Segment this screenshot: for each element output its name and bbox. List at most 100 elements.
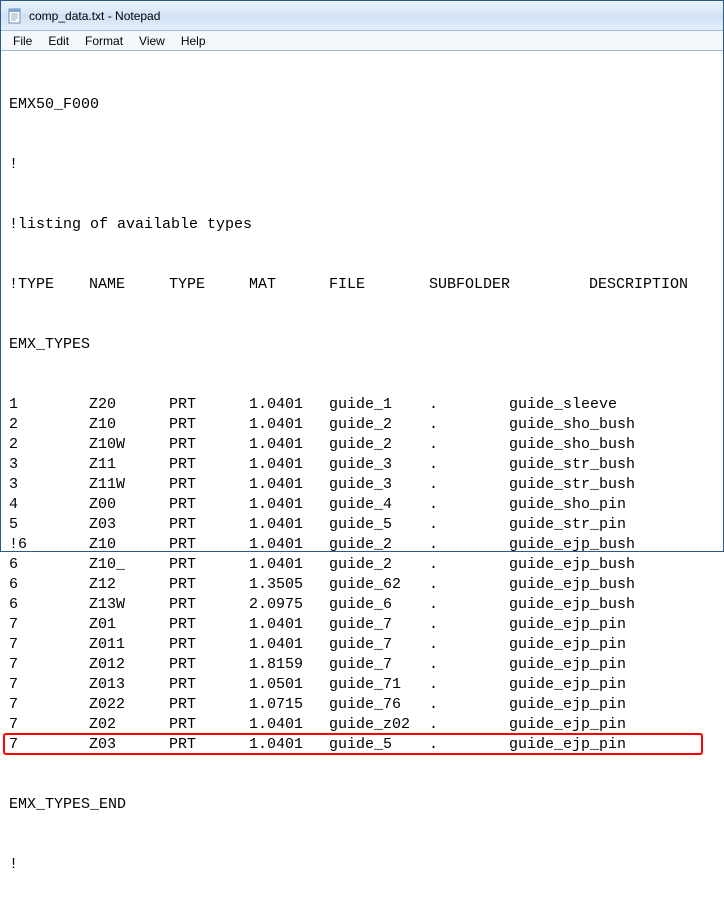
menu-file[interactable]: File bbox=[5, 32, 40, 50]
cell-type2: PRT bbox=[169, 555, 249, 575]
data-row: 6Z10_PRT1.0401guide_2.guide_ejp_bush bbox=[9, 555, 715, 575]
cell-type: 7 bbox=[9, 695, 89, 715]
text-line: ! bbox=[9, 155, 715, 175]
cell-desc: guide_ejp_pin bbox=[509, 735, 715, 755]
data-row: 2Z10WPRT1.0401guide_2.guide_sho_bush bbox=[9, 435, 715, 455]
cell-type2: PRT bbox=[169, 415, 249, 435]
cell-sub: . bbox=[429, 635, 509, 655]
cell-file: guide_5 bbox=[329, 735, 429, 755]
cell-desc: guide_ejp_pin bbox=[509, 655, 715, 675]
notepad-icon bbox=[7, 8, 23, 24]
data-row: 6Z12PRT1.3505guide_62.guide_ejp_bush bbox=[9, 575, 715, 595]
text-line: EMX_TYPES bbox=[9, 335, 715, 355]
cell-file: guide_62 bbox=[329, 575, 429, 595]
cell-desc: guide_sho_bush bbox=[509, 435, 715, 455]
text-area[interactable]: EMX50_F000 ! !listing of available types… bbox=[1, 51, 723, 919]
data-row: 6Z13WPRT2.0975guide_6.guide_ejp_bush bbox=[9, 595, 715, 615]
data-row: 7Z022PRT1.0715guide_76.guide_ejp_pin bbox=[9, 695, 715, 715]
cell-desc: guide_ejp_pin bbox=[509, 675, 715, 695]
cell-name: Z011 bbox=[89, 635, 169, 655]
cell-type2: PRT bbox=[169, 635, 249, 655]
cell-type2: PRT bbox=[169, 655, 249, 675]
cell-file: guide_3 bbox=[329, 455, 429, 475]
cell-sub: . bbox=[429, 455, 509, 475]
cell-desc: guide_ejp_bush bbox=[509, 555, 715, 575]
cell-mat: 1.0401 bbox=[249, 415, 329, 435]
hdr-desc: DESCRIPTION bbox=[589, 275, 715, 295]
cell-desc: guide_sleeve bbox=[509, 395, 715, 415]
menubar: File Edit Format View Help bbox=[1, 31, 723, 51]
cell-desc: guide_ejp_pin bbox=[509, 695, 715, 715]
menu-edit[interactable]: Edit bbox=[40, 32, 77, 50]
cell-desc: guide_ejp_pin bbox=[509, 615, 715, 635]
cell-mat: 1.0401 bbox=[249, 435, 329, 455]
cell-mat: 1.0401 bbox=[249, 475, 329, 495]
cell-mat: 2.0975 bbox=[249, 595, 329, 615]
menu-view[interactable]: View bbox=[131, 32, 173, 50]
hdr-sub: SUBFOLDER bbox=[429, 275, 589, 295]
cell-desc: guide_sho_pin bbox=[509, 495, 715, 515]
cell-file: guide_4 bbox=[329, 495, 429, 515]
cell-mat: 1.0401 bbox=[249, 515, 329, 535]
cell-name: Z10W bbox=[89, 435, 169, 455]
cell-file: guide_2 bbox=[329, 415, 429, 435]
cell-mat: 1.0401 bbox=[249, 495, 329, 515]
cell-desc: guide_str_bush bbox=[509, 455, 715, 475]
cell-name: Z03 bbox=[89, 515, 169, 535]
cell-type2: PRT bbox=[169, 535, 249, 555]
cell-file: guide_76 bbox=[329, 695, 429, 715]
header-row: !TYPE NAME TYPE MAT FILE SUBFOLDER DESCR… bbox=[9, 275, 715, 295]
text-line: EMX50_F000 bbox=[9, 95, 715, 115]
cell-type: 3 bbox=[9, 475, 89, 495]
data-row: 2Z10PRT1.0401guide_2.guide_sho_bush bbox=[9, 415, 715, 435]
cell-type: 2 bbox=[9, 435, 89, 455]
cell-type: 3 bbox=[9, 455, 89, 475]
cell-sub: . bbox=[429, 515, 509, 535]
cell-type2: PRT bbox=[169, 615, 249, 635]
cell-file: guide_7 bbox=[329, 615, 429, 635]
cell-type: 4 bbox=[9, 495, 89, 515]
cell-type2: PRT bbox=[169, 575, 249, 595]
cell-name: Z10 bbox=[89, 535, 169, 555]
cell-sub: . bbox=[429, 535, 509, 555]
data-row: !6Z10PRT1.0401guide_2.guide_ejp_bush bbox=[9, 535, 715, 555]
cell-type2: PRT bbox=[169, 475, 249, 495]
titlebar: comp_data.txt - Notepad bbox=[1, 1, 723, 31]
menu-help[interactable]: Help bbox=[173, 32, 214, 50]
cell-file: guide_2 bbox=[329, 435, 429, 455]
cell-type: 6 bbox=[9, 595, 89, 615]
cell-mat: 1.0501 bbox=[249, 675, 329, 695]
hdr-name: NAME bbox=[89, 275, 169, 295]
data-row: 3Z11PRT1.0401guide_3.guide_str_bush bbox=[9, 455, 715, 475]
cell-name: Z022 bbox=[89, 695, 169, 715]
cell-desc: guide_ejp_bush bbox=[509, 575, 715, 595]
cell-file: guide_z02 bbox=[329, 715, 429, 735]
cell-desc: guide_sho_bush bbox=[509, 415, 715, 435]
cell-type2: PRT bbox=[169, 395, 249, 415]
cell-type2: PRT bbox=[169, 735, 249, 755]
cell-type2: PRT bbox=[169, 675, 249, 695]
cell-sub: . bbox=[429, 415, 509, 435]
cell-mat: 1.0401 bbox=[249, 735, 329, 755]
menu-format[interactable]: Format bbox=[77, 32, 131, 50]
cell-desc: guide_ejp_bush bbox=[509, 535, 715, 555]
cell-type2: PRT bbox=[169, 695, 249, 715]
cell-file: guide_2 bbox=[329, 535, 429, 555]
data-row: 7Z03PRT1.0401guide_5.guide_ejp_pin bbox=[9, 735, 715, 755]
cell-desc: guide_ejp_pin bbox=[509, 635, 715, 655]
window-title: comp_data.txt - Notepad bbox=[29, 9, 160, 23]
cell-mat: 1.0401 bbox=[249, 395, 329, 415]
cell-name: Z13W bbox=[89, 595, 169, 615]
data-row: 1Z20PRT1.0401guide_1.guide_sleeve bbox=[9, 395, 715, 415]
cell-type: 7 bbox=[9, 675, 89, 695]
data-row: 4Z00PRT1.0401guide_4.guide_sho_pin bbox=[9, 495, 715, 515]
cell-sub: . bbox=[429, 695, 509, 715]
cell-type: 1 bbox=[9, 395, 89, 415]
cell-type2: PRT bbox=[169, 595, 249, 615]
cell-file: guide_6 bbox=[329, 595, 429, 615]
cell-sub: . bbox=[429, 475, 509, 495]
cell-type: 5 bbox=[9, 515, 89, 535]
cell-sub: . bbox=[429, 675, 509, 695]
cell-file: guide_71 bbox=[329, 675, 429, 695]
text-line: EMX_TYPES_END bbox=[9, 795, 715, 815]
